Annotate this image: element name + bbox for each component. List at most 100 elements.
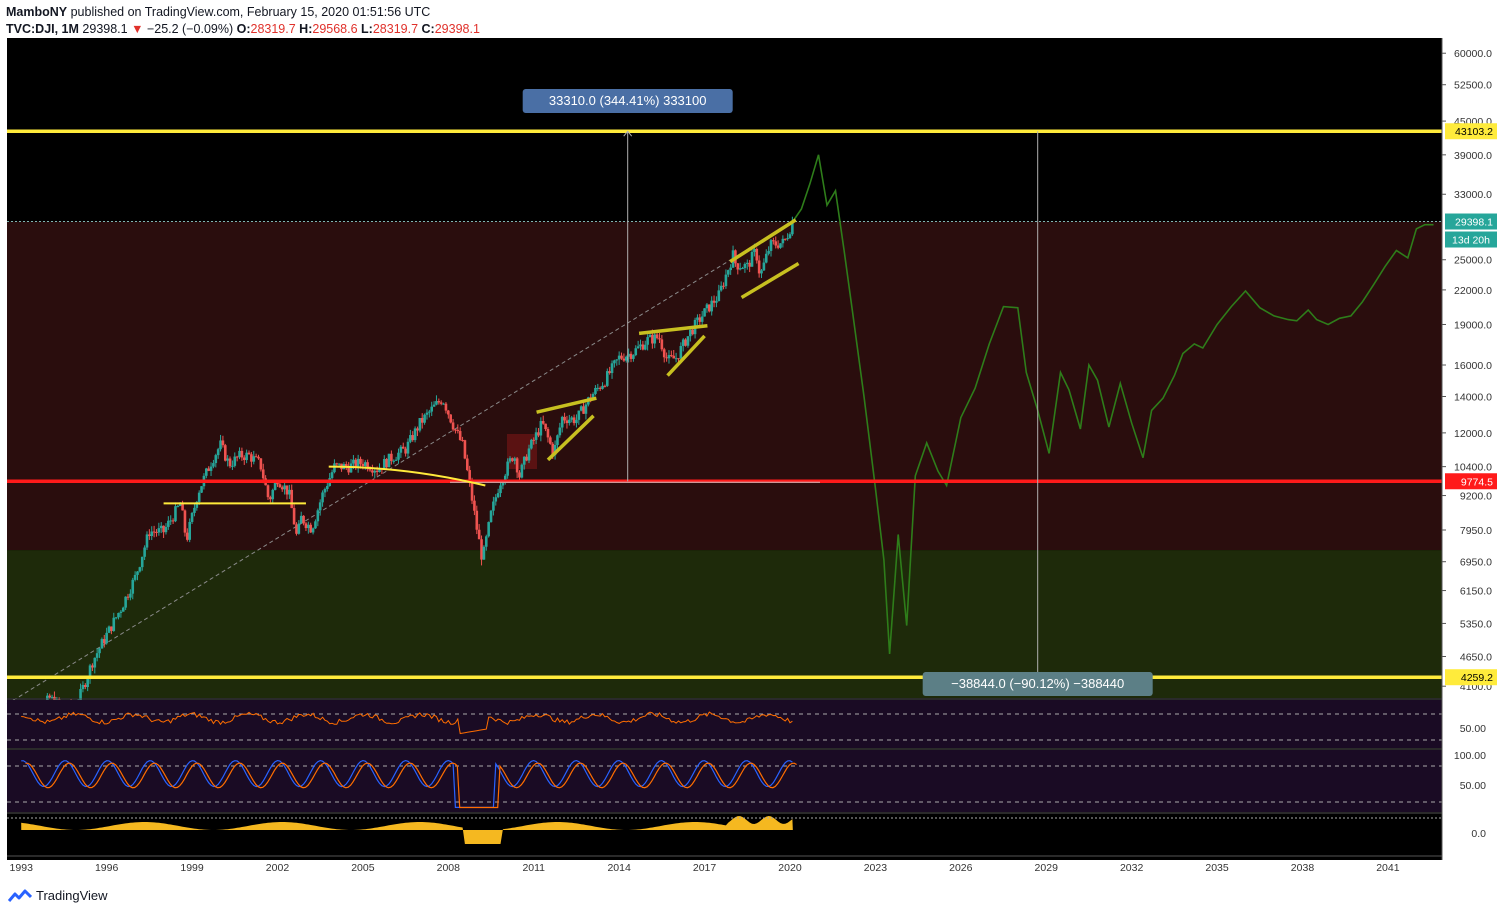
candle-body bbox=[447, 410, 450, 415]
candle-body bbox=[762, 262, 766, 271]
candle-body bbox=[518, 472, 521, 478]
x-tick-label: 2014 bbox=[607, 862, 631, 874]
candle-body bbox=[691, 329, 695, 335]
candle-body bbox=[316, 510, 320, 522]
candle-body bbox=[776, 245, 780, 248]
candle-body bbox=[335, 463, 339, 465]
candle-body bbox=[525, 456, 528, 461]
candle-body bbox=[152, 531, 156, 533]
candle-body bbox=[582, 406, 585, 414]
candle-body bbox=[432, 404, 436, 407]
candle-body bbox=[724, 274, 728, 287]
candle-body bbox=[786, 238, 789, 240]
candle-body bbox=[102, 639, 106, 644]
candle-body bbox=[750, 251, 754, 267]
candle-body bbox=[568, 419, 571, 424]
candle-body bbox=[304, 523, 308, 529]
candle-body bbox=[681, 339, 685, 347]
candle-body bbox=[359, 458, 362, 464]
candle-body bbox=[660, 339, 664, 350]
candle-body bbox=[143, 547, 146, 557]
candle-body bbox=[764, 253, 768, 263]
candle-body bbox=[337, 463, 341, 465]
candle-body bbox=[494, 497, 498, 502]
tradingview-logo-icon bbox=[8, 889, 32, 902]
candle-body bbox=[273, 482, 277, 490]
candle-body bbox=[698, 317, 702, 322]
candle-body bbox=[496, 493, 500, 498]
candle-body bbox=[532, 439, 536, 441]
candle-body bbox=[299, 515, 303, 524]
candle-body bbox=[290, 489, 294, 509]
candle-body bbox=[715, 300, 718, 303]
x-tick-label: 1993 bbox=[10, 862, 34, 874]
price-chart[interactable]: 33310.0 (344.41%) 333100 −38844.0 (−90.12… bbox=[0, 0, 1512, 915]
candle-body bbox=[684, 339, 687, 346]
candle-body bbox=[240, 450, 244, 458]
candle-body bbox=[214, 455, 218, 464]
y-tick-label: 7950.0 bbox=[1460, 525, 1492, 537]
candle-body bbox=[297, 523, 301, 534]
x-tick-label: 2023 bbox=[864, 862, 888, 874]
candle-body bbox=[435, 401, 438, 405]
x-tick-label: 2017 bbox=[693, 862, 717, 874]
candle-body bbox=[119, 611, 123, 613]
y-tick-label: 60000.0 bbox=[1454, 48, 1492, 60]
x-tick-label: 1999 bbox=[180, 862, 204, 874]
candle-body bbox=[672, 355, 676, 359]
candle-body bbox=[442, 403, 445, 405]
candle-body bbox=[511, 458, 514, 461]
candle-body bbox=[584, 404, 588, 414]
x-tick-label: 2041 bbox=[1376, 862, 1400, 874]
candle-body bbox=[549, 437, 552, 444]
candle-body bbox=[769, 240, 773, 251]
x-tick-label: 2005 bbox=[351, 862, 375, 874]
candle-body bbox=[755, 248, 759, 261]
candle-body bbox=[700, 316, 704, 322]
candle-body bbox=[772, 240, 775, 242]
candle-body bbox=[390, 453, 393, 461]
candle-body bbox=[148, 534, 151, 537]
candle-body bbox=[105, 632, 108, 644]
candle-body bbox=[458, 431, 462, 440]
candle-body bbox=[98, 648, 101, 654]
candle-body bbox=[449, 414, 452, 423]
candle-body bbox=[487, 522, 490, 537]
candle-body bbox=[513, 458, 517, 461]
tradingview-brand[interactable]: TradingView bbox=[8, 888, 108, 903]
candle-body bbox=[506, 461, 509, 476]
candle-body bbox=[470, 481, 474, 501]
candle-body bbox=[544, 423, 547, 430]
candle-body bbox=[167, 520, 170, 527]
candle-body bbox=[200, 486, 203, 493]
candle-body bbox=[774, 241, 778, 246]
y-tick-label: 10400.0 bbox=[1454, 462, 1492, 474]
candle-body bbox=[401, 446, 405, 449]
x-tick-label: 2002 bbox=[266, 862, 290, 874]
y-tick-label: 33000.0 bbox=[1454, 189, 1492, 201]
x-tick-label: 2020 bbox=[778, 862, 802, 874]
candle-body bbox=[662, 349, 666, 358]
candle-body bbox=[285, 485, 289, 495]
candle-body bbox=[162, 525, 165, 533]
measure-up-label: 33310.0 (344.41%) 333100 bbox=[549, 93, 707, 108]
candle-body bbox=[387, 453, 391, 468]
candle-body bbox=[515, 458, 519, 473]
candle-body bbox=[480, 539, 483, 560]
measure-down-label: −38844.0 (−90.12%) −388440 bbox=[951, 676, 1124, 691]
candle-body bbox=[484, 536, 488, 547]
candle-body bbox=[394, 459, 398, 461]
candle-body bbox=[615, 359, 619, 361]
candle-body bbox=[48, 695, 52, 698]
candle-body bbox=[423, 414, 426, 423]
candle-body bbox=[670, 355, 673, 357]
candle-body bbox=[475, 510, 479, 530]
candle-body bbox=[729, 267, 732, 271]
x-tick-label: 2026 bbox=[949, 862, 973, 874]
candle-body bbox=[451, 422, 455, 430]
candle-body bbox=[430, 406, 434, 412]
candle-body bbox=[117, 612, 120, 618]
candle-body bbox=[81, 685, 85, 690]
candle-body bbox=[188, 521, 191, 540]
candle-body bbox=[150, 531, 154, 537]
